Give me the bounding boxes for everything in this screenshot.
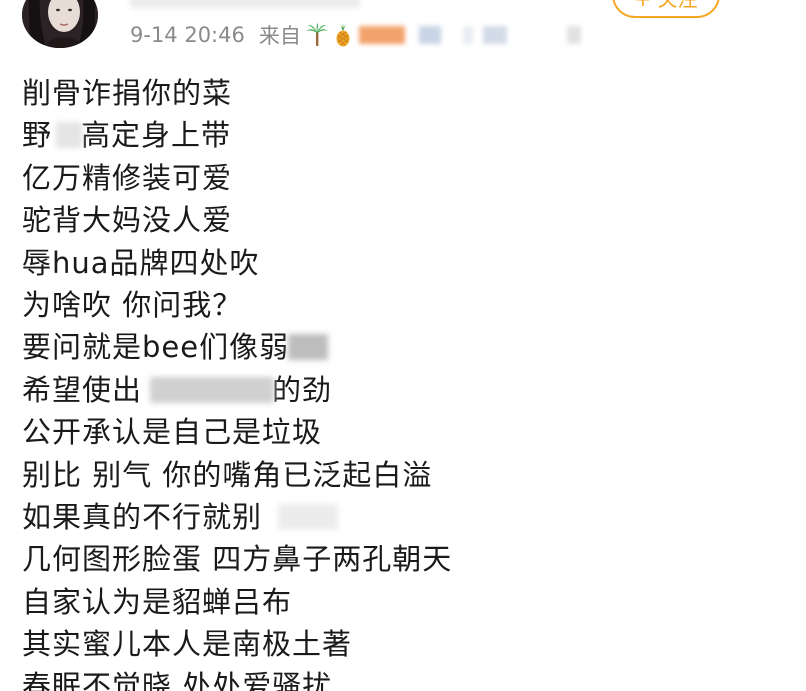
source-label: 来自	[258, 24, 301, 48]
username-redacted	[130, 0, 360, 8]
source-device-redacted	[358, 23, 581, 47]
palm-tree-icon	[305, 23, 329, 47]
redaction-blur	[56, 122, 82, 149]
post-line: 别比 别气 你的嘴角已泛起白溢	[22, 457, 433, 492]
redaction-blur	[278, 503, 338, 530]
post-line: 公开承认是自己是垃圾	[22, 415, 323, 450]
post-line: 削骨诈捐你的菜	[22, 76, 233, 110]
post-line: 亿万精修装可爱	[22, 160, 233, 195]
avatar-image	[22, 0, 98, 48]
post-meta: 9-14 20:46 来自	[130, 22, 581, 48]
post-line: 几何图形脸蛋 四方鼻子两孔朝天	[22, 542, 453, 577]
post-line: 其实蜜儿本人是南极土著	[22, 627, 353, 662]
redaction-blur	[150, 376, 274, 403]
post-line: 辱hua品牌四处吹	[22, 245, 260, 280]
post-line: 春眠不觉晓 处处爱骚扰	[22, 669, 333, 691]
pineapple-icon	[331, 23, 355, 47]
follow-button[interactable]: + 关注	[612, 0, 720, 18]
avatar[interactable]	[22, 0, 98, 48]
post-line: 野高定身上带	[22, 118, 232, 153]
weibo-post: 9-14 20:46 来自 +	[0, 0, 806, 691]
post-body: 削骨诈捐你的菜 野高定身上带 亿万精修装可爱 驼背大妈没人爱 辱hua品牌四处吹…	[22, 72, 782, 691]
post-line: 自家认为是貂蝉吕布	[22, 584, 293, 619]
post-time: 9-14 20:46	[130, 23, 245, 47]
post-line: 驼背大妈没人爱	[22, 203, 233, 238]
post-line: 如果真的不行就别	[22, 496, 782, 538]
post-line: 为啥吹 你问我？	[22, 287, 243, 322]
post-line: 希望使出 的劲	[22, 372, 333, 407]
post-line: 要问就是bee们像弱	[22, 326, 782, 368]
redaction-blur	[288, 334, 328, 361]
